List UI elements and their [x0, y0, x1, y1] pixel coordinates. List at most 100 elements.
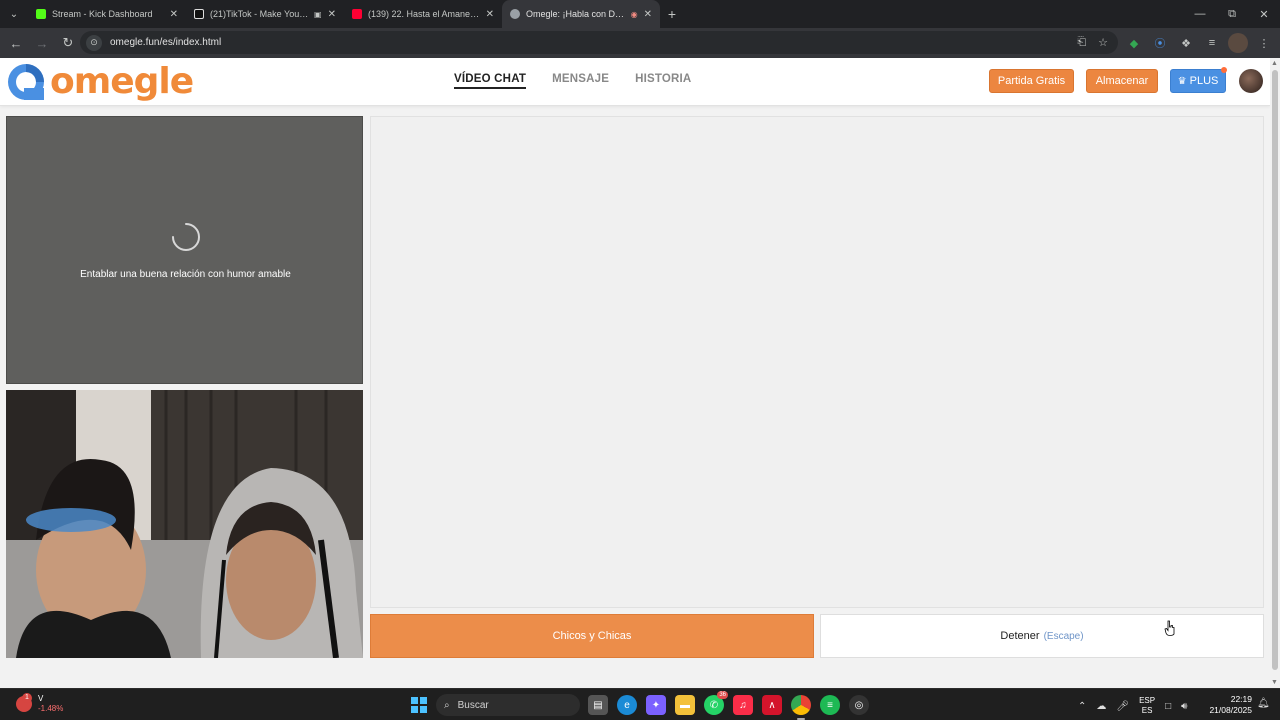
music-icon[interactable]: ♫: [733, 695, 753, 715]
network-icon[interactable]: □: [1165, 701, 1171, 712]
clock-time: 22:19: [1230, 694, 1252, 704]
browser-tab-tiktok[interactable]: (21)TikTok - Make Your Day ▣ ✕: [186, 0, 344, 28]
forward-icon[interactable]: →: [30, 31, 54, 55]
site-info-icon[interactable]: ⊙: [86, 34, 102, 51]
edge-icon[interactable]: e: [617, 695, 637, 715]
file-explorer-icon[interactable]: ▬: [675, 695, 695, 715]
youtube-icon: [352, 9, 362, 19]
scroll-down-icon[interactable]: ▼: [1271, 679, 1278, 686]
stop-button[interactable]: Detener (Escape): [820, 614, 1264, 658]
plus-label: PLUS: [1189, 75, 1219, 87]
obs-icon[interactable]: ◎: [849, 695, 869, 715]
restore-icon[interactable]: ⧉: [1216, 0, 1248, 28]
reload-icon[interactable]: ↻: [56, 31, 80, 55]
browser-tab-youtube[interactable]: (139) 22. Hasta el Amanecer - N ✕: [344, 0, 502, 28]
bookmark-star-icon[interactable]: ☆: [1098, 36, 1108, 49]
close-tab-icon[interactable]: ✕: [328, 9, 336, 20]
adobe-icon[interactable]: ∧: [762, 695, 782, 715]
install-app-icon[interactable]: ⎗: [1077, 36, 1086, 49]
notification-dot: [1221, 67, 1227, 73]
crown-icon: ♛: [1177, 75, 1187, 87]
window-controls: — ⧉ ✕: [1184, 0, 1280, 28]
stock-icon: 1: [16, 693, 32, 712]
free-match-button[interactable]: Partida Gratis: [989, 69, 1074, 93]
volume-icon[interactable]: 🔊︎: [1181, 701, 1187, 712]
stranger-status-text: Entablar una buena relación con humor am…: [80, 269, 291, 280]
tab-title: (21)TikTok - Make Your Day: [210, 9, 311, 19]
tab-search-button[interactable]: ⌄: [0, 0, 28, 28]
chrome-icon[interactable]: [791, 695, 811, 720]
stock-change: -1.48%: [38, 704, 64, 713]
whatsapp-icon[interactable]: ✆ 36: [704, 691, 728, 715]
chat-log-area[interactable]: [370, 116, 1264, 608]
url-text[interactable]: omegle.fun/es/index.html: [110, 37, 221, 48]
profile-avatar[interactable]: [1228, 33, 1248, 53]
store-button[interactable]: Almacenar: [1086, 69, 1158, 93]
language-code: ESP: [1139, 696, 1156, 705]
notification-bell-icon[interactable]: 🔔︎: [1257, 698, 1270, 709]
taskbar-search[interactable]: ⌕ Buscar: [436, 694, 580, 716]
stock-badge: 1: [22, 693, 32, 703]
start-chat-button[interactable]: Chicos y Chicas: [370, 614, 814, 658]
tiktok-icon: [194, 9, 204, 19]
recording-icon: ◉: [630, 9, 638, 19]
stock-name: V: [38, 694, 44, 703]
browser-toolbar: ← → ↻ ⊙ omegle.fun/es/index.html ⎗ ☆ ◆ ⦿…: [0, 28, 1280, 58]
menu-kebab-icon[interactable]: ⋮: [1254, 33, 1274, 53]
kick-icon: [36, 9, 46, 19]
chevron-up-icon[interactable]: ⌃: [1078, 701, 1086, 712]
nav-historia[interactable]: HISTORIA: [635, 73, 691, 89]
microphone-icon[interactable]: 🎤︎: [1116, 701, 1129, 712]
browser-tab-omegle[interactable]: Omegle: ¡Habla con Descon ◉ ✕: [502, 0, 660, 28]
hand-cursor-icon: [1164, 620, 1175, 636]
tab-title: Stream - Kick Dashboard: [52, 9, 153, 19]
media-icon[interactable]: ▣: [314, 10, 322, 19]
spotify-icon[interactable]: ≡: [820, 695, 840, 715]
taskbar-apps: ▤ e ✦ ▬ ✆ 36 ♫ ∧ ≡ ◎: [588, 691, 869, 720]
close-window-icon[interactable]: ✕: [1248, 0, 1280, 28]
globe-icon: [510, 9, 520, 19]
close-tab-icon[interactable]: ✕: [170, 9, 178, 20]
file-viewer-icon[interactable]: ▤: [588, 695, 608, 715]
extensions-puzzle-icon[interactable]: ❖: [1176, 33, 1196, 53]
scrollbar-thumb[interactable]: [1272, 70, 1278, 670]
site-header: omegle VÍDEO CHAT MENSAJE HISTORIA Parti…: [0, 58, 1270, 106]
omegle-logo[interactable]: omegle: [6, 61, 194, 102]
whatsapp-badge: 36: [717, 691, 728, 699]
scroll-up-icon[interactable]: ▲: [1271, 60, 1278, 67]
language-indicator[interactable]: ESP ES: [1139, 696, 1155, 716]
browser-tab-kick[interactable]: Stream - Kick Dashboard ✕: [28, 0, 186, 28]
tab-title: (139) 22. Hasta el Amanecer - N: [368, 9, 480, 19]
tab-title: Omegle: ¡Habla con Descon: [526, 9, 627, 19]
address-bar[interactable]: ⊙ omegle.fun/es/index.html ⎗ ☆: [80, 31, 1118, 54]
logo-mark-icon: [8, 64, 44, 100]
plus-button[interactable]: ♛ PLUS: [1170, 69, 1226, 93]
minimize-icon[interactable]: —: [1184, 0, 1216, 28]
media-control-icon[interactable]: ≡: [1202, 33, 1222, 53]
close-tab-icon[interactable]: ✕: [644, 9, 652, 20]
new-tab-button[interactable]: +: [660, 0, 684, 28]
nav-mensaje[interactable]: MENSAJE: [552, 73, 609, 89]
stock-widget[interactable]: 1 V -1.48%: [16, 693, 64, 714]
back-icon[interactable]: ←: [4, 31, 28, 55]
close-tab-icon[interactable]: ✕: [486, 9, 494, 20]
camera-feed-image: [6, 390, 363, 658]
user-avatar[interactable]: [1239, 69, 1263, 93]
main-nav: VÍDEO CHAT MENSAJE HISTORIA: [454, 73, 691, 89]
clock-date: 21/08/2025: [1209, 705, 1252, 715]
search-label: Buscar: [457, 699, 489, 711]
copilot-icon[interactable]: ✦: [646, 695, 666, 715]
loading-spinner-icon: [172, 223, 200, 251]
windows-taskbar: 1 V -1.48% ⌕ Buscar ▤ e ✦ ▬ ✆ 36 ♫ ∧ ≡ ◎ …: [0, 688, 1280, 720]
windows-start-icon[interactable]: [411, 697, 427, 713]
extension-audio-icon[interactable]: ⦿: [1150, 33, 1170, 53]
search-icon: ⌕: [444, 699, 450, 711]
logo-text: omegle: [50, 61, 194, 102]
extension-shield-icon[interactable]: ◆: [1124, 33, 1144, 53]
stop-shortcut-hint: (Escape): [1043, 630, 1084, 642]
nav-video-chat[interactable]: VÍDEO CHAT: [454, 73, 527, 89]
self-camera-video: [6, 390, 363, 658]
onedrive-icon[interactable]: ☁: [1096, 701, 1106, 712]
taskbar-clock[interactable]: 22:19 21/08/2025: [1208, 694, 1252, 716]
page-scrollbar[interactable]: ▲ ▼: [1270, 58, 1280, 688]
